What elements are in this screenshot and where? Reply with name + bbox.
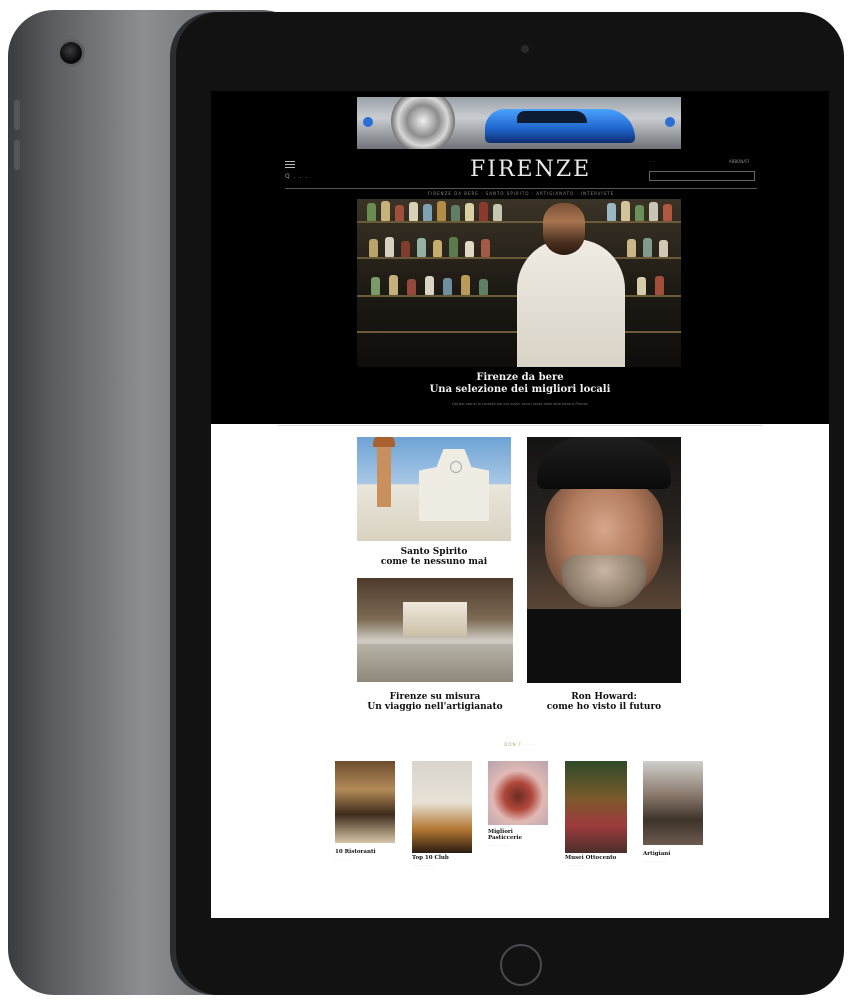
mini-card-ristoranti[interactable]: 10 Ristoranti · · · · · · · · · · · · · bbox=[335, 761, 395, 881]
menu-icon[interactable] bbox=[285, 159, 295, 170]
card-title-line1[interactable]: Santo Spirito bbox=[357, 547, 511, 557]
ad-banner[interactable] bbox=[357, 97, 681, 149]
social-links[interactable]: · · · bbox=[649, 159, 655, 164]
mini-card-artigiani[interactable]: Artigiani · · · · · · · · · · · · · bbox=[643, 761, 703, 881]
ron-howard-title[interactable]: Ron Howard: come ho visto il futuro bbox=[527, 692, 681, 712]
mini-card-title[interactable]: Musei Ottocento bbox=[565, 855, 616, 861]
screen: Q . . . FIRENZE · · · ABBONATI FIRENZE D… bbox=[211, 91, 829, 918]
card-kicker: · · · bbox=[430, 686, 440, 690]
mini-card-desc: · · · · · · · · · · · · · bbox=[643, 859, 666, 863]
search-shortcut[interactable]: Q . . . bbox=[285, 173, 308, 180]
hero-title[interactable]: Firenze da bere Una selezione dei miglio… bbox=[211, 372, 829, 396]
mini-card-desc: · · · · · · · · · · · · · bbox=[565, 863, 588, 867]
front-camera-icon bbox=[521, 45, 529, 53]
bartender-head bbox=[543, 203, 585, 255]
mini-card-musei[interactable]: Musei Ottocento · · · · · · · · · · · · … bbox=[565, 761, 627, 881]
content-divider bbox=[277, 425, 763, 426]
card-title-line1[interactable]: Firenze su misura bbox=[357, 692, 513, 702]
mini-card-image[interactable] bbox=[412, 761, 472, 853]
ad-wheel-image bbox=[391, 97, 455, 149]
mini-card-desc: · · · · · · · · · · · · · bbox=[412, 863, 435, 867]
mini-card-club[interactable]: Top 10 Club · · · · · · · · · · · · · bbox=[412, 761, 472, 881]
volume-down-button bbox=[14, 140, 20, 170]
rear-camera-icon bbox=[60, 42, 82, 64]
hero-image[interactable] bbox=[357, 199, 681, 367]
masthead: Q . . . FIRENZE · · · ABBONATI bbox=[285, 157, 757, 191]
section-nav[interactable]: FIRENZE DA BERE · SANTO SPIRITO · ARTIGI… bbox=[285, 191, 757, 196]
mini-card-image[interactable] bbox=[565, 761, 627, 853]
hero-description: Dai bar storici ai cocktail bar più nuov… bbox=[452, 402, 588, 406]
volume-up-button bbox=[14, 100, 20, 130]
mini-card-title[interactable]: Top 10 Club bbox=[412, 855, 449, 861]
search-input[interactable] bbox=[649, 171, 755, 181]
home-button[interactable] bbox=[500, 944, 542, 986]
ad-car-window bbox=[517, 111, 587, 123]
mini-card-title[interactable]: Migliori Pasticcerie bbox=[488, 829, 522, 841]
subscribe-link[interactable]: ABBONATI bbox=[729, 159, 749, 164]
mini-card-pasticcerie[interactable]: Migliori Pasticcerie · · · · · · · · · ·… bbox=[488, 761, 548, 881]
artigianato-image[interactable] bbox=[357, 578, 513, 682]
masthead-divider bbox=[285, 188, 757, 189]
card-title-line2[interactable]: come te nessuno mai bbox=[357, 557, 511, 567]
mini-card-title[interactable]: Artigiani bbox=[643, 851, 670, 857]
section-label: DON'T · · · bbox=[504, 742, 536, 747]
ron-howard-image[interactable] bbox=[527, 437, 681, 683]
card-title-line2[interactable]: come ho visto il futuro bbox=[527, 702, 681, 712]
artigianato-title[interactable]: Firenze su misura Un viaggio nell'artigi… bbox=[357, 692, 513, 712]
card-kicker: · · · bbox=[599, 686, 609, 690]
mini-card-title[interactable]: 10 Ristoranti bbox=[335, 849, 376, 855]
hero-title-line2[interactable]: Una selezione dei migliori locali bbox=[211, 384, 829, 396]
hero-section: Q . . . FIRENZE · · · ABBONATI FIRENZE D… bbox=[211, 91, 829, 424]
santo-spirito-title[interactable]: Santo Spirito come te nessuno mai bbox=[357, 547, 511, 567]
ad-prev-arrow-icon[interactable] bbox=[363, 117, 373, 127]
mini-card-desc: · · · · · · · · · · · · · bbox=[335, 857, 358, 861]
bartender-figure bbox=[517, 239, 625, 367]
card-title-line2[interactable]: Un viaggio nell'artigianato bbox=[357, 702, 513, 712]
site-logo[interactable]: FIRENZE bbox=[470, 157, 591, 182]
mini-card-image[interactable] bbox=[643, 761, 703, 845]
mini-card-desc: · · · · · · · · · · · · · bbox=[488, 843, 511, 847]
santo-spirito-image[interactable] bbox=[357, 437, 511, 541]
mini-card-image[interactable] bbox=[488, 761, 548, 825]
hero-title-line1[interactable]: Firenze da bere bbox=[211, 372, 829, 384]
mini-card-image[interactable] bbox=[335, 761, 395, 843]
card-title-line1[interactable]: Ron Howard: bbox=[527, 692, 681, 702]
ad-next-arrow-icon[interactable] bbox=[665, 117, 675, 127]
